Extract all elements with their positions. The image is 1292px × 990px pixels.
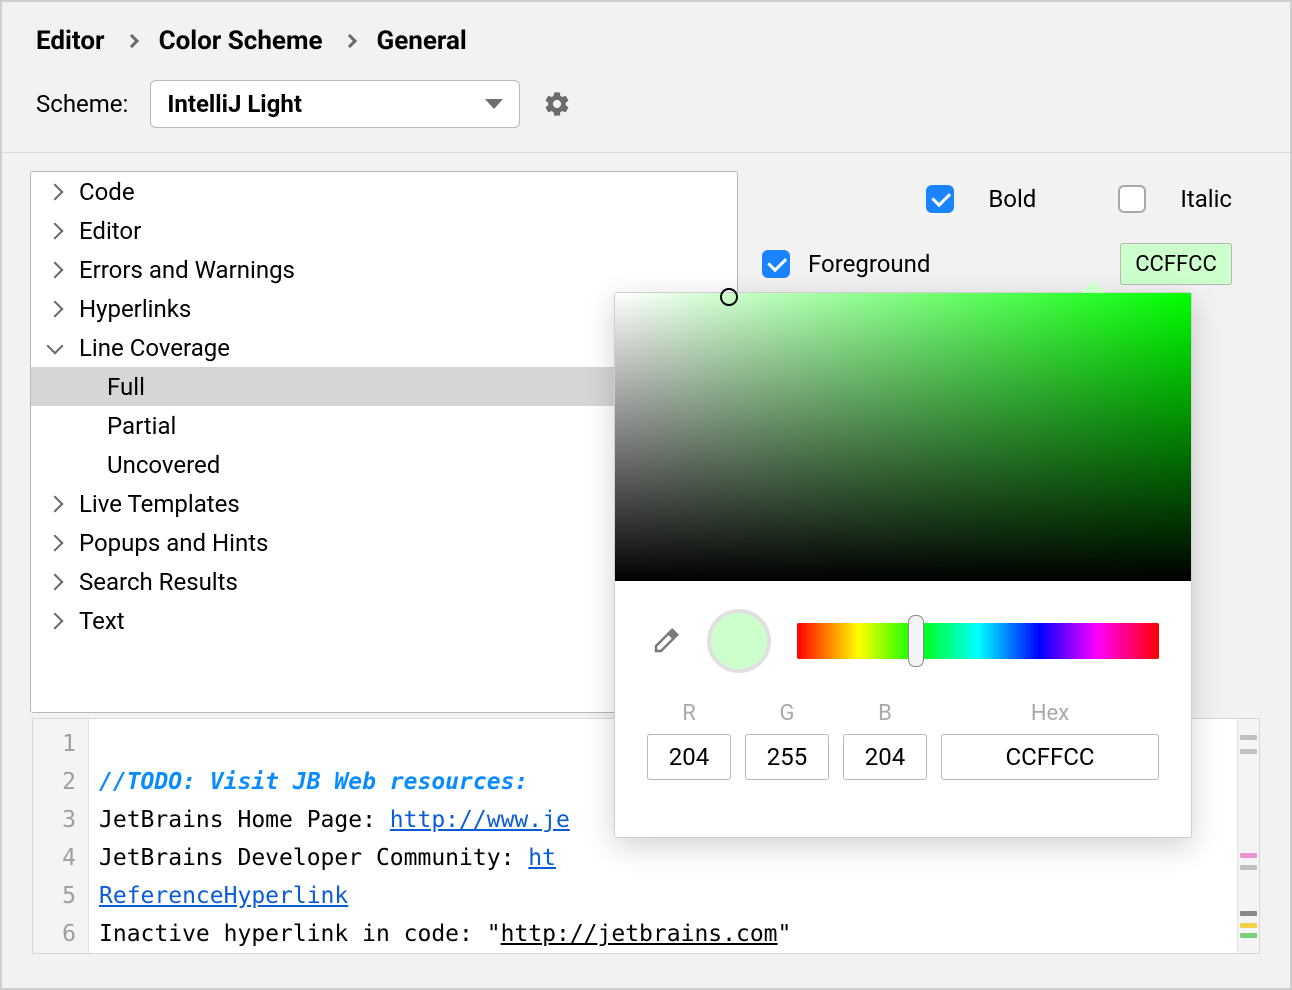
stripe-mark[interactable] — [1240, 923, 1257, 928]
tree-item-label: Popups and Hints — [79, 529, 268, 557]
hue-slider[interactable] — [797, 623, 1159, 659]
tree-item-label: Text — [79, 607, 125, 635]
chevron-right-icon[interactable] — [47, 573, 64, 590]
chevron-right-icon[interactable] — [47, 183, 64, 200]
code-line: //TODO: Visit JB Web resources: — [99, 769, 528, 795]
foreground-checkbox[interactable] — [762, 250, 790, 278]
error-stripe[interactable] — [1237, 719, 1259, 953]
hex-label: Hex — [1031, 701, 1069, 726]
chevron-right-icon[interactable] — [47, 222, 64, 239]
hyperlink[interactable]: ht — [528, 845, 556, 871]
tree-item-label: Code — [79, 178, 135, 206]
chevron-right-icon[interactable] — [47, 612, 64, 629]
gutter: 123456 — [33, 719, 89, 953]
stripe-mark[interactable] — [1240, 853, 1257, 858]
breadcrumb: Editor Color Scheme General — [2, 2, 1290, 66]
swatch-hex: CCFFCC — [1135, 252, 1217, 277]
tree-item-label: Hyperlinks — [79, 295, 191, 323]
tree-item[interactable]: Editor — [31, 211, 737, 250]
line-number: 6 — [33, 915, 76, 953]
g-label: G — [780, 701, 795, 726]
tree-item-label: Editor — [79, 217, 141, 245]
code-line: Inactive hyperlink in code: "http://jetb… — [99, 921, 791, 947]
hyperlink[interactable]: http://www.je — [390, 807, 570, 833]
stripe-mark[interactable] — [1240, 933, 1257, 938]
hue-handle[interactable] — [908, 615, 924, 667]
italic-label: Italic — [1180, 185, 1232, 213]
r-input[interactable] — [647, 734, 731, 780]
tree-item-label: Line Coverage — [79, 334, 230, 362]
line-number: 3 — [33, 801, 76, 839]
gear-icon[interactable] — [542, 89, 572, 119]
line-number: 4 — [33, 839, 76, 877]
tree-item-label: Full — [107, 373, 145, 401]
breadcrumb-segment: General — [377, 26, 467, 56]
chevron-down-icon[interactable] — [47, 337, 64, 354]
g-input[interactable] — [745, 734, 829, 780]
chevron-right-icon[interactable] — [47, 534, 64, 551]
tree-item-label: Live Templates — [79, 490, 240, 518]
breadcrumb-segment[interactable]: Editor — [36, 26, 105, 56]
foreground-color-swatch[interactable]: CCFFCC — [1120, 243, 1232, 285]
color-picker-popup: R G B Hex — [614, 292, 1192, 838]
hex-input[interactable] — [941, 734, 1159, 780]
line-number: 1 — [33, 725, 76, 763]
b-label: B — [878, 701, 892, 726]
stripe-mark[interactable] — [1240, 865, 1257, 870]
scheme-label: Scheme: — [36, 90, 128, 118]
line-number: 5 — [33, 877, 76, 915]
inactive-hyperlink: http://jetbrains.com — [501, 921, 778, 947]
chevron-right-icon — [124, 34, 138, 48]
stripe-mark[interactable] — [1240, 749, 1257, 754]
tree-item-label: Uncovered — [107, 451, 220, 479]
b-input[interactable] — [843, 734, 927, 780]
code-line: JetBrains Home Page: http://www.je — [99, 807, 570, 833]
saturation-value-field[interactable] — [615, 293, 1191, 581]
tree-item[interactable]: Code — [31, 172, 737, 211]
tree-item-label: Partial — [107, 412, 176, 440]
hyperlink[interactable]: ReferenceHyperlink — [99, 883, 348, 909]
scheme-dropdown[interactable]: IntelliJ Light — [150, 80, 520, 128]
stripe-mark[interactable] — [1240, 911, 1257, 916]
code-line: JetBrains Developer Community: ht — [99, 845, 556, 871]
italic-checkbox[interactable] — [1118, 185, 1146, 213]
chevron-down-icon — [485, 99, 503, 109]
color-preview — [707, 609, 771, 673]
tree-item[interactable]: Errors and Warnings — [31, 250, 737, 289]
tree-item-label: Search Results — [79, 568, 238, 596]
chevron-right-icon[interactable] — [47, 300, 64, 317]
breadcrumb-segment[interactable]: Color Scheme — [159, 26, 323, 56]
line-number: 2 — [33, 763, 76, 801]
bold-label: Bold — [988, 185, 1036, 213]
scheme-value: IntelliJ Light — [167, 90, 302, 118]
tree-item-label: Errors and Warnings — [79, 256, 295, 284]
bold-checkbox[interactable] — [926, 185, 954, 213]
foreground-label: Foreground — [808, 250, 930, 278]
chevron-right-icon[interactable] — [47, 495, 64, 512]
sv-handle[interactable] — [720, 288, 738, 306]
eyedropper-icon[interactable] — [651, 626, 681, 656]
stripe-mark[interactable] — [1240, 735, 1257, 740]
chevron-right-icon[interactable] — [47, 261, 64, 278]
chevron-right-icon — [342, 34, 356, 48]
r-label: R — [682, 701, 696, 726]
